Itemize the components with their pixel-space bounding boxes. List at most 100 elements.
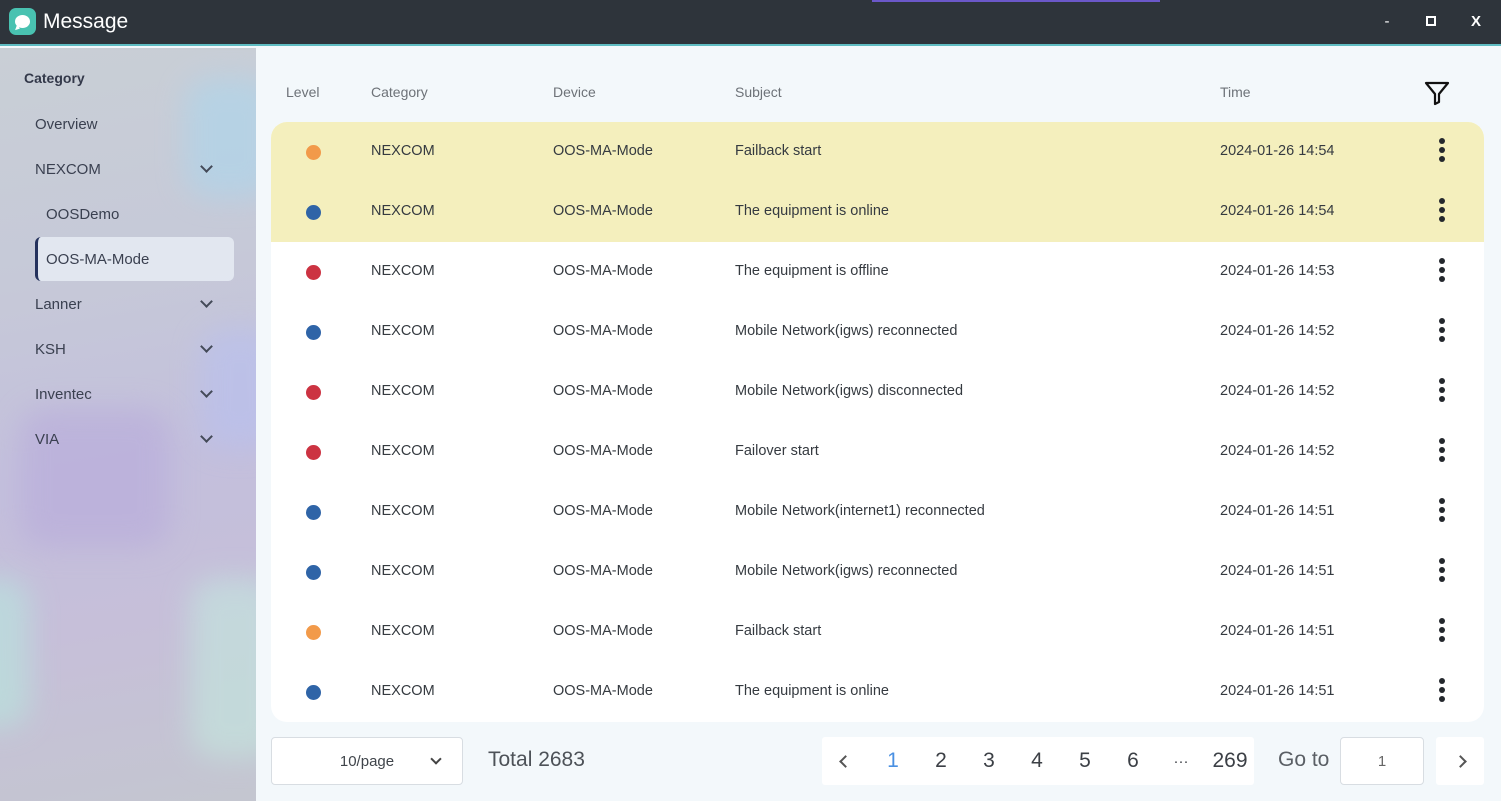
chevron-down-icon: [200, 385, 213, 398]
prev-page-button[interactable]: [822, 737, 868, 785]
more-pages-button[interactable]: ···: [1160, 737, 1202, 785]
next-page-button[interactable]: [1436, 737, 1484, 785]
window-title: Message: [43, 10, 129, 33]
cell-device: OOS-MA-Mode: [553, 683, 653, 699]
header-time: Time: [1220, 84, 1251, 100]
cell-subject: The equipment is offline: [735, 263, 889, 279]
cell-subject: Failover start: [735, 443, 819, 459]
cell-time: 2024-01-26 14:54: [1220, 203, 1335, 219]
table-row[interactable]: NEXCOM OOS-MA-Mode Mobile Network(igws) re…: [271, 302, 1484, 362]
sidebar-item-ksh[interactable]: KSH: [35, 327, 234, 371]
page-button[interactable]: 4: [1016, 737, 1058, 785]
sidebar-item-inventec[interactable]: Inventec: [35, 372, 234, 416]
page-button[interactable]: 6: [1112, 737, 1154, 785]
more-options-icon[interactable]: [1434, 558, 1450, 586]
more-options-icon[interactable]: [1434, 198, 1450, 226]
more-options-icon[interactable]: [1434, 138, 1450, 166]
cell-device: OOS-MA-Mode: [553, 563, 653, 579]
maximize-icon: [1426, 16, 1436, 26]
level-indicator: [306, 385, 321, 400]
close-button[interactable]: X: [1461, 8, 1491, 34]
more-options-icon[interactable]: [1434, 258, 1450, 286]
cell-category: NEXCOM: [371, 203, 435, 219]
level-indicator: [306, 265, 321, 280]
sidebar-item-oos-ma-mode[interactable]: OOS-MA-Mode: [35, 237, 234, 281]
goto-label: Go to: [1278, 748, 1330, 771]
chevron-down-icon: [200, 340, 213, 353]
table-row[interactable]: NEXCOM OOS-MA-Mode Mobile Network(igws) re…: [271, 542, 1484, 602]
cell-device: OOS-MA-Mode: [553, 143, 653, 159]
cell-device: OOS-MA-Mode: [553, 203, 653, 219]
more-options-icon[interactable]: [1434, 318, 1450, 346]
cell-category: NEXCOM: [371, 563, 435, 579]
cell-time: 2024-01-26 14:51: [1220, 503, 1335, 519]
table-row[interactable]: NEXCOM OOS-MA-Mode Mobile Network(internet…: [271, 482, 1484, 542]
filter-icon[interactable]: [1424, 80, 1450, 106]
minimize-button[interactable]: -: [1372, 8, 1402, 34]
chevron-right-icon: [1453, 754, 1467, 768]
sidebar-item-oosdemo[interactable]: OOSDemo: [35, 192, 234, 236]
page-button[interactable]: 3: [968, 737, 1010, 785]
goto-page-input[interactable]: [1340, 737, 1424, 785]
cell-subject: Mobile Network(igws) disconnected: [735, 383, 964, 399]
page-size-select[interactable]: 10/page: [271, 737, 463, 785]
header-device: Device: [553, 84, 596, 100]
message-table: NEXCOM OOS-MA-Mode Failback start 2024-01-2…: [271, 122, 1484, 722]
cell-time: 2024-01-26 14:52: [1220, 383, 1335, 399]
sidebar-item-nexcom[interactable]: NEXCOM: [35, 147, 234, 191]
header-level: Level: [286, 84, 320, 100]
sidebar-item-label: NEXCOM: [35, 160, 101, 178]
header-subject: Subject: [735, 84, 782, 100]
sidebar-item-overview[interactable]: Overview: [35, 102, 234, 146]
sidebar-item-label: Overview: [35, 115, 98, 133]
page-button[interactable]: 5: [1064, 737, 1106, 785]
sidebar-item-label: OOSDemo: [46, 205, 120, 223]
page-button[interactable]: 1: [872, 737, 914, 785]
cell-subject: Failback start: [735, 143, 822, 159]
message-app-icon: [9, 8, 36, 35]
sidebar-item-label: Lanner: [35, 295, 82, 313]
table-row[interactable]: NEXCOM OOS-MA-Mode Mobile Network(igws) di…: [271, 362, 1484, 422]
level-indicator: [306, 445, 321, 460]
more-options-icon[interactable]: [1434, 678, 1450, 706]
maximize-button[interactable]: [1416, 8, 1446, 34]
level-indicator: [306, 205, 321, 220]
table-row[interactable]: NEXCOM OOS-MA-Mode The equipment is online…: [271, 662, 1484, 722]
level-indicator: [306, 505, 321, 520]
chevron-down-icon: [200, 160, 213, 173]
cell-category: NEXCOM: [371, 503, 435, 519]
cell-subject: Failback start: [735, 623, 822, 639]
total-count: Total 2683: [488, 748, 585, 771]
more-options-icon[interactable]: [1434, 438, 1450, 466]
cell-device: OOS-MA-Mode: [553, 263, 653, 279]
level-indicator: [306, 685, 321, 700]
cell-device: OOS-MA-Mode: [553, 383, 653, 399]
page-size-value: 10/page: [339, 752, 395, 770]
cell-subject: The equipment is online: [735, 683, 889, 699]
cell-time: 2024-01-26 14:54: [1220, 143, 1335, 159]
page-button[interactable]: 269: [1206, 737, 1254, 785]
sidebar-item-label: Inventec: [35, 385, 92, 403]
sidebar-item-label: OOS-MA-Mode: [46, 250, 150, 268]
cell-time: 2024-01-26 14:52: [1220, 443, 1335, 459]
table-row[interactable]: NEXCOM OOS-MA-Mode The equipment is offlin…: [271, 242, 1484, 302]
table-row[interactable]: NEXCOM OOS-MA-Mode Failover start 2024-01-2…: [271, 422, 1484, 482]
sidebar-item-lanner[interactable]: Lanner: [35, 282, 234, 326]
cell-time: 2024-01-26 14:51: [1220, 683, 1335, 699]
table-row[interactable]: NEXCOM OOS-MA-Mode Failback start 2024-01-2…: [271, 602, 1484, 662]
more-options-icon[interactable]: [1434, 498, 1450, 526]
sidebar-item-via[interactable]: VIA: [35, 417, 234, 461]
cell-time: 2024-01-26 14:51: [1220, 623, 1335, 639]
table-row[interactable]: NEXCOM OOS-MA-Mode The equipment is online…: [271, 182, 1484, 242]
cell-subject: The equipment is online: [735, 203, 889, 219]
chevron-down-icon: [200, 430, 213, 443]
main-panel: Level Category Device Subject Time NEXCO…: [256, 48, 1501, 801]
more-options-icon[interactable]: [1434, 378, 1450, 406]
cell-category: NEXCOM: [371, 263, 435, 279]
cell-device: OOS-MA-Mode: [553, 323, 653, 339]
more-options-icon[interactable]: [1434, 618, 1450, 646]
table-row[interactable]: NEXCOM OOS-MA-Mode Failback start 2024-01-2…: [271, 122, 1484, 182]
level-indicator: [306, 565, 321, 580]
page-button[interactable]: 2: [920, 737, 962, 785]
cell-subject: Mobile Network(internet1) reconnected: [735, 503, 985, 519]
